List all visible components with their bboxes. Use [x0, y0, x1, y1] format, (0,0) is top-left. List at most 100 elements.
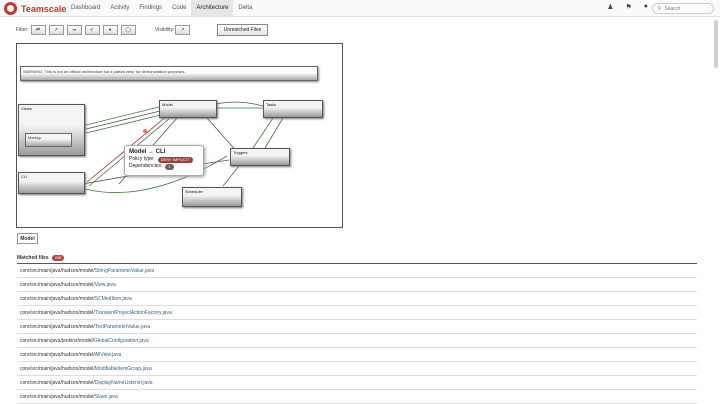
- filter-check-button[interactable]: ✔: [84, 25, 100, 35]
- dependencies-count-badge: 1: [165, 163, 174, 170]
- component-triggers-label: Triggers: [233, 150, 248, 155]
- file-name-link[interactable]: ModifiableItemGroup.java: [95, 366, 152, 372]
- file-row[interactable]: core/src/main/java/hudson/model/Transien…: [17, 306, 697, 320]
- edge: [81, 110, 161, 131]
- file-dir: core/src/main/java/hudson/model/: [20, 267, 95, 274]
- toolbar-icons: ♟ ⚑ ●: [607, 3, 648, 11]
- component-cli-label: CLI: [21, 174, 28, 179]
- component-tasks-label: Tasks: [266, 102, 277, 107]
- dependency-tooltip: Model → CLI Policy type: DENY IMPLICIT D…: [124, 145, 204, 176]
- component-markup-label: Markup: [28, 135, 42, 140]
- file-name-link[interactable]: SCMedItem.java: [95, 296, 132, 302]
- edge: [252, 117, 274, 149]
- filter-violation-icon: ●: [108, 27, 112, 33]
- flag-icon[interactable]: ⚑: [625, 3, 631, 11]
- file-row[interactable]: core/src/main/java/hudson/model/Slave.ja…: [17, 390, 697, 404]
- tooltip-title: Model → CLI: [129, 149, 166, 155]
- nav-architecture[interactable]: Architecture: [191, 0, 234, 17]
- file-dir: core/src/main/java/hudson/model/: [20, 323, 95, 330]
- filter-allowed-button[interactable]: ↗: [48, 25, 64, 35]
- filter-tolerated-button[interactable]: ↝: [66, 25, 82, 35]
- nav-activity[interactable]: Activity: [105, 0, 134, 17]
- visibility-label: Visibility:: [155, 27, 175, 33]
- teamscale-logo-icon: [4, 2, 17, 15]
- component-views[interactable]: Views: [18, 104, 85, 156]
- filter-tolerated-icon: ↝: [71, 27, 77, 33]
- unmatched-files-button[interactable]: Unmatched Files: [217, 24, 268, 36]
- edge: [264, 117, 284, 149]
- component-model-label: Model: [162, 102, 173, 107]
- matched-files-header: Matched files 245: [17, 253, 697, 264]
- policy-type-label: Policy type:: [129, 156, 155, 162]
- file-dir: core/src/main/java/hudson/model/: [20, 393, 95, 400]
- file-dir: core/src/main/java/hudson/model/: [20, 365, 95, 372]
- component-model[interactable]: Model: [159, 100, 217, 118]
- file-dir: core/src/main/java/jenkins/model/: [20, 337, 94, 344]
- filter-check-icon: ✔: [89, 27, 95, 33]
- file-name-link[interactable]: TransientProjectActionFactory.java: [95, 310, 172, 316]
- component-scheduler-label: Scheduler: [185, 189, 204, 194]
- matched-file-list: core/src/main/java/hudson/model/StringPa…: [17, 264, 697, 404]
- filter-violation-button[interactable]: ●: [102, 25, 118, 35]
- file-row[interactable]: core/src/main/java/jenkins/model/GlobalC…: [17, 334, 697, 348]
- app-name: Teamscale: [21, 3, 67, 14]
- file-row[interactable]: core/src/main/java/hudson/model/TextPara…: [17, 320, 697, 334]
- user-icon[interactable]: ♟: [607, 3, 613, 11]
- filter-unmapped-button[interactable]: ◯: [120, 25, 136, 35]
- file-row[interactable]: core/src/main/java/hudson/model/DisplayN…: [17, 376, 697, 390]
- component-views-label: Views: [21, 106, 32, 111]
- nav-dashboard[interactable]: Dashboard: [66, 0, 105, 17]
- filter-all-icon: ⇄: [35, 27, 41, 33]
- file-dir: core/src/main/java/hudson/model/: [20, 379, 95, 386]
- file-dir: core/src/main/java/hudson/model/: [20, 295, 95, 302]
- policy-type-badge: DENY IMPLICIT: [157, 156, 193, 163]
- filter-all-button[interactable]: ⇄: [30, 25, 46, 35]
- violation-marker: [143, 129, 147, 133]
- file-row[interactable]: core/src/main/java/hudson/model/SCMedIte…: [17, 292, 697, 306]
- search-box[interactable]: ⚲: [652, 3, 714, 14]
- file-dir: core/src/main/java/hudson/model/: [20, 351, 95, 358]
- search-input[interactable]: [664, 5, 709, 12]
- dependencies-label: Dependencies:: [129, 163, 163, 169]
- architecture-diagram[interactable]: WARNING: This is not an official archite…: [16, 43, 343, 228]
- file-row[interactable]: core/src/main/java/hudson/model/Modifiab…: [17, 362, 697, 376]
- page-scrollbar[interactable]: [714, 20, 718, 68]
- nav-code[interactable]: Code: [167, 0, 191, 17]
- component-cli[interactable]: CLI: [18, 172, 85, 194]
- file-name-link[interactable]: StringParameterValue.java: [95, 268, 154, 274]
- architecture-warning: WARNING: This is not an official archite…: [20, 66, 318, 81]
- nav-delta[interactable]: Delta: [233, 0, 257, 17]
- nav-findings[interactable]: Findings: [134, 0, 167, 17]
- edge: [81, 113, 166, 135]
- search-icon: ⚲: [657, 6, 662, 12]
- matched-files-label: Matched files: [17, 255, 49, 261]
- file-name-link[interactable]: Slave.java: [95, 394, 118, 400]
- main-nav: Dashboard Activity Findings Code Archite…: [66, 0, 257, 17]
- file-row[interactable]: core/src/main/java/hudson/model/AllView.…: [17, 348, 697, 362]
- filter-label: Filter:: [16, 27, 29, 33]
- tab-model[interactable]: Model: [17, 233, 38, 244]
- filter-toolbar: Filter: ⇄ ↗ ↝ ✔ ● ◯: [16, 24, 139, 36]
- file-name-link[interactable]: GlobalConfiguration.java: [94, 338, 149, 344]
- edge: [81, 106, 160, 127]
- visibility-button[interactable]: ↗: [175, 25, 190, 35]
- file-name-link[interactable]: AllView.java: [95, 352, 122, 358]
- matched-files-count-badge: 245: [51, 255, 65, 261]
- file-name-link[interactable]: TextParameterValue.java: [95, 324, 151, 330]
- file-dir: core/src/main/java/hudson/model/: [20, 309, 95, 316]
- top-navigation-bar: Teamscale Dashboard Activity Findings Co…: [0, 0, 720, 17]
- help-icon[interactable]: ●: [644, 3, 648, 11]
- teamscale-logo[interactable]: Teamscale: [4, 2, 66, 15]
- filter-allowed-icon: ↗: [53, 27, 59, 33]
- component-triggers[interactable]: Triggers: [230, 148, 290, 166]
- file-name-link[interactable]: View.java: [95, 282, 116, 288]
- filter-unmapped-icon: ◯: [125, 27, 131, 33]
- edge: [222, 165, 240, 187]
- component-scheduler[interactable]: Scheduler: [182, 187, 242, 207]
- component-tasks[interactable]: Tasks: [263, 100, 323, 118]
- component-markup[interactable]: Markup: [25, 133, 72, 147]
- file-row[interactable]: core/src/main/java/hudson/model/StringPa…: [17, 264, 697, 278]
- file-name-link[interactable]: DisplayNameListener.java: [95, 380, 153, 386]
- file-row[interactable]: core/src/main/java/hudson/model/View.jav…: [17, 278, 697, 292]
- file-dir: core/src/main/java/hudson/model/: [20, 281, 95, 288]
